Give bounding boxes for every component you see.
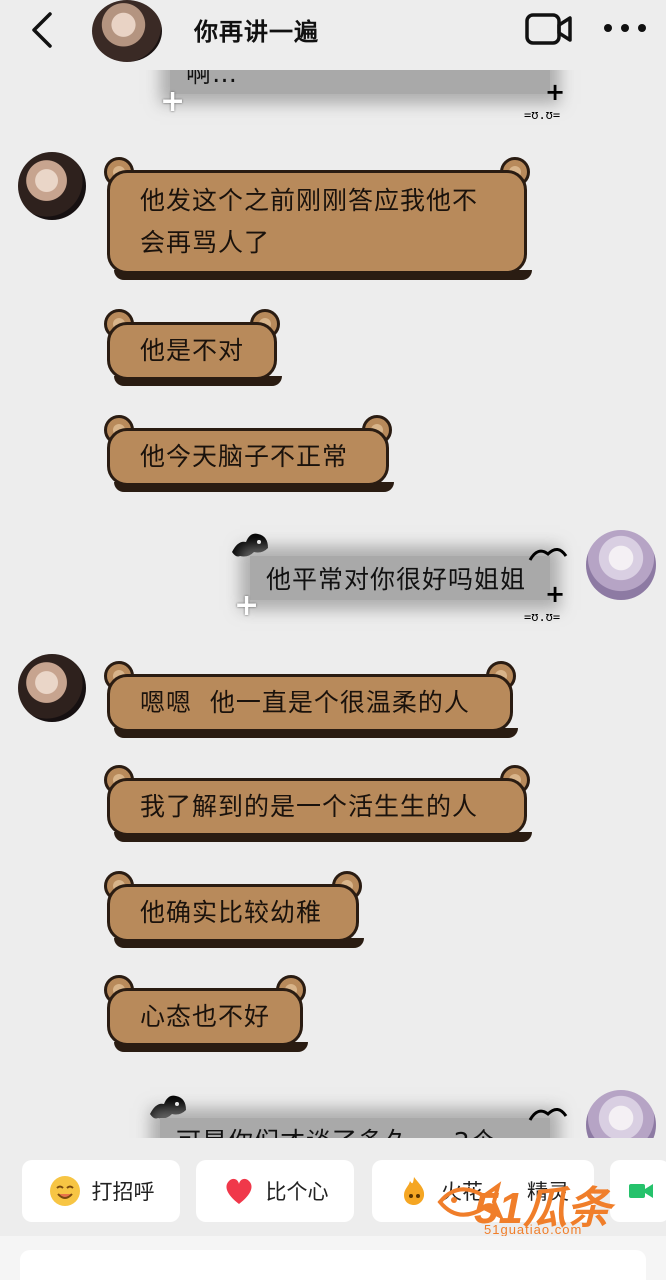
bear-ear-decoration [276, 975, 306, 1005]
message-bubble-sent[interactable]: 啊… [170, 70, 550, 94]
message-bubble-received[interactable]: 他发这个之前刚刚答应我他不 会再骂人了 [104, 157, 532, 280]
chat-title[interactable]: 你再讲一遍 [194, 12, 319, 47]
message-text: 嗯嗯 他一直是个很温柔的人 [140, 688, 470, 717]
my-avatar[interactable] [586, 530, 656, 600]
message-text: 他今天脑子不正常 [140, 442, 349, 471]
message-text: 啊… [186, 70, 239, 88]
bear-ear-decoration [104, 871, 134, 901]
bear-ear-decoration [332, 871, 362, 901]
video-call-button[interactable] [524, 12, 574, 46]
bear-ear-decoration [486, 661, 516, 691]
message-bubble-received[interactable]: 我了解到的是一个活生生的人 [104, 765, 532, 842]
heart-button[interactable]: 比个心 [196, 1160, 354, 1222]
chat-header: 你再讲一遍 [0, 0, 666, 70]
chevron-left-icon [32, 12, 52, 48]
message-text: 我了解到的是一个活生生的人 [140, 792, 479, 821]
message-text: 他平常对你很好吗姐姐 [266, 565, 527, 594]
message-bubble-received[interactable]: 他是不对 [104, 309, 282, 386]
back-button[interactable] [22, 8, 62, 52]
plus-sparkle-icon: + [545, 580, 566, 608]
bat-wing-decoration-icon [528, 1108, 568, 1121]
bear-ear-decoration [104, 415, 134, 445]
more-dots-icon [604, 24, 646, 32]
message-text: 他确实比较幼稚 [140, 898, 323, 927]
message-text: 他是不对 [140, 336, 245, 365]
bear-ear-decoration [104, 975, 134, 1005]
cat-face-decoration: =ʊ.ʊ= [524, 610, 561, 624]
plus-sparkle-icon: + [234, 588, 260, 623]
heart-icon [225, 1178, 252, 1204]
message-bubble-sent[interactable]: 他平常对你很好吗姐姐 [250, 556, 550, 600]
plus-sparkle-icon: + [160, 84, 186, 119]
sender-avatar[interactable] [18, 654, 86, 722]
bear-ear-decoration [500, 157, 530, 187]
message-text: 可是你们才谈了多久 一 2个 [176, 1122, 497, 1138]
greet-button[interactable]: 打招呼 [22, 1160, 180, 1222]
contact-avatar[interactable] [92, 0, 162, 62]
bear-ear-decoration [104, 765, 134, 795]
smiley-face-icon [49, 1176, 80, 1206]
sender-avatar[interactable] [18, 152, 86, 220]
message-bubble-received[interactable]: 嗯嗯 他一直是个很温柔的人 [104, 661, 518, 738]
bear-ear-decoration [104, 309, 134, 339]
message-bubble-received[interactable]: 他确实比较幼稚 [104, 871, 364, 948]
flame-icon [404, 1177, 425, 1205]
greet-label: 打招呼 [91, 1180, 155, 1204]
bat-wing-decoration-icon [528, 548, 568, 561]
message-bubble-sent[interactable]: 可是你们才谈了多久 一 2个 [160, 1118, 550, 1138]
plus-sparkle-icon: + [545, 78, 566, 106]
bear-ear-decoration [362, 415, 392, 445]
heart-label: 比个心 [265, 1180, 329, 1204]
cat-face-decoration: =ʊ.ʊ= [524, 108, 561, 122]
site-watermark: 51瓜条 51guatiao.com [437, 1172, 660, 1242]
message-bubble-received[interactable]: 他今天脑子不正常 [104, 415, 394, 492]
input-bar [0, 1236, 666, 1280]
bear-ear-decoration [104, 661, 134, 691]
message-text: 他发这个之前刚刚答应我他不 会再骂人了 [140, 186, 479, 257]
watermark-url: 51guatiao.com [484, 1222, 583, 1237]
message-bubble-received[interactable]: 心态也不好 [104, 975, 308, 1052]
bear-ear-decoration [104, 157, 134, 187]
more-options-button[interactable] [600, 14, 650, 44]
video-camera-icon [525, 13, 572, 45]
message-list[interactable]: 啊… + + =ʊ.ʊ= 他发这个之前刚刚答应我他不 会再骂人了 他是不对 他今… [0, 70, 666, 1138]
bear-ear-decoration [250, 309, 280, 339]
my-avatar[interactable] [586, 1090, 656, 1138]
bear-ear-decoration [500, 765, 530, 795]
message-text: 心态也不好 [140, 1002, 271, 1031]
message-input[interactable] [20, 1250, 646, 1280]
